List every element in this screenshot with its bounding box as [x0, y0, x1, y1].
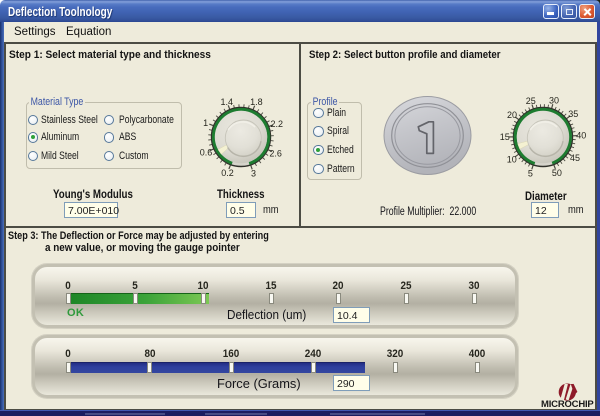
svg-text:15: 15	[500, 132, 510, 142]
svg-text:0.2: 0.2	[221, 168, 234, 178]
svg-text:2.6: 2.6	[269, 149, 282, 159]
svg-text:10: 10	[507, 154, 517, 164]
svg-text:30: 30	[549, 96, 559, 106]
svg-text:1.8: 1.8	[250, 97, 263, 107]
svg-text:45: 45	[570, 153, 580, 163]
svg-text:50: 50	[552, 168, 562, 178]
svg-text:3: 3	[251, 168, 256, 178]
svg-text:1: 1	[203, 118, 208, 128]
svg-text:20: 20	[507, 110, 517, 120]
svg-text:25: 25	[526, 96, 536, 106]
svg-text:1.4: 1.4	[220, 97, 233, 107]
svg-text:35: 35	[568, 109, 578, 119]
svg-text:5: 5	[528, 168, 533, 178]
svg-text:0.6: 0.6	[200, 148, 213, 158]
svg-text:2.2: 2.2	[271, 119, 284, 129]
svg-text:40: 40	[576, 131, 586, 141]
